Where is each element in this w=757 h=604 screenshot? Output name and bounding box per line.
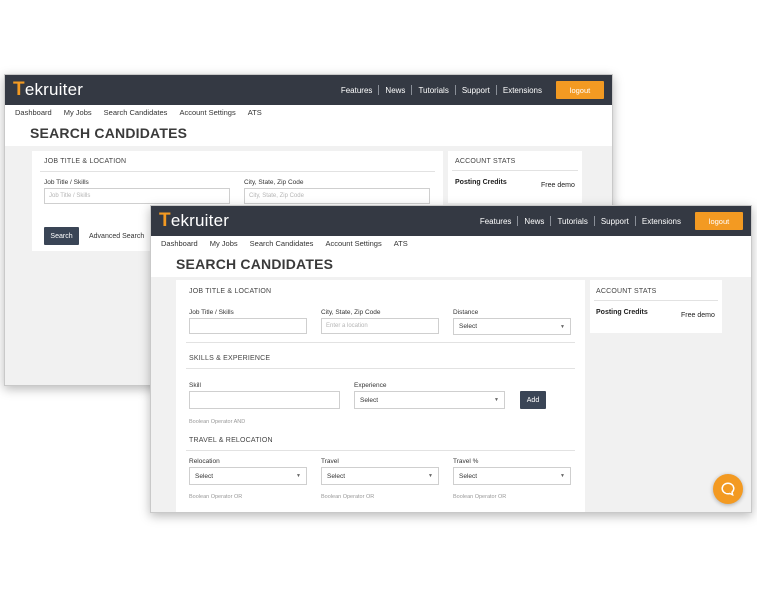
subnav-account-settings[interactable]: Account Settings [179, 108, 235, 117]
main-nav: Features News Tutorials Support Extensio… [335, 81, 604, 99]
subnav-dashboard[interactable]: Dashboard [15, 108, 52, 117]
subnav-search-candidates[interactable]: Search Candidates [104, 108, 168, 117]
posting-credits-label: Posting Credits [596, 309, 648, 316]
posting-credits-label: Posting Credits [455, 179, 507, 186]
nav-news[interactable]: News [379, 86, 411, 95]
section-title: JOB TITLE & LOCATION [44, 158, 127, 165]
travel-percent-label: Travel % [453, 458, 479, 465]
nav-extensions[interactable]: Extensions [636, 217, 687, 226]
subnav-ats[interactable]: ATS [248, 108, 262, 117]
subnav-account-settings[interactable]: Account Settings [325, 239, 381, 248]
section-job-location-title: JOB TITLE & LOCATION [189, 288, 272, 295]
nav-features[interactable]: Features [474, 217, 518, 226]
posting-credits-value: Free demo [541, 182, 575, 189]
account-stats-card: ACCOUNT STATS Posting Credits Free demo [590, 280, 722, 333]
subnav-my-jobs[interactable]: My Jobs [64, 108, 92, 117]
logout-button[interactable]: logout [556, 81, 604, 99]
city-label: City, State, Zip Code [244, 179, 304, 186]
page-title-row: SEARCH CANDIDATES [151, 251, 751, 277]
advanced-search-link[interactable]: Advanced Search [89, 233, 144, 240]
stats-title: ACCOUNT STATS [596, 288, 657, 295]
section-travel-title: TRAVEL & RELOCATION [189, 437, 273, 444]
sub-nav: Dashboard My Jobs Search Candidates Acco… [5, 105, 612, 120]
travel-select[interactable]: Select ▼ [321, 467, 439, 485]
front-window: Tekruiter Features News Tutorials Suppor… [150, 205, 752, 513]
search-button[interactable]: Search [44, 227, 79, 245]
subnav-search-candidates[interactable]: Search Candidates [250, 239, 314, 248]
caret-down-icon: ▼ [560, 324, 565, 330]
nav-tutorials[interactable]: Tutorials [412, 86, 454, 95]
account-stats-card: ACCOUNT STATS Posting Credits Free demo [448, 151, 582, 203]
experience-label: Experience [354, 382, 387, 389]
caret-down-icon: ▼ [428, 473, 433, 479]
travel-percent-select[interactable]: Select ▼ [453, 467, 571, 485]
tekruiter-logo[interactable]: Tekruiter [159, 210, 229, 232]
nav-support[interactable]: Support [456, 86, 496, 95]
distance-select[interactable]: Select ▼ [453, 318, 571, 335]
nav-features[interactable]: Features [335, 86, 379, 95]
stats-title: ACCOUNT STATS [455, 158, 516, 165]
caret-down-icon: ▼ [560, 473, 565, 479]
page-title: SEARCH CANDIDATES [30, 125, 188, 141]
logout-button[interactable]: logout [695, 212, 743, 230]
skill-input[interactable] [189, 391, 340, 409]
job-title-label: Job Title / Skills [44, 179, 89, 186]
experience-select[interactable]: Select ▼ [354, 391, 505, 409]
travel-label: Travel [321, 458, 339, 465]
relocation-label: Relocation [189, 458, 220, 465]
caret-down-icon: ▼ [296, 473, 301, 479]
job-title-label: Job Title / Skills [189, 309, 234, 316]
chat-bubble-icon[interactable] [713, 474, 743, 504]
nav-news[interactable]: News [518, 217, 550, 226]
page-title: SEARCH CANDIDATES [176, 256, 334, 272]
skill-boolean-hint: Boolean Operator AND [189, 419, 246, 425]
travel-boolean-hint: Boolean Operator OR [321, 494, 375, 500]
posting-credits-value: Free demo [681, 312, 715, 319]
nav-extensions[interactable]: Extensions [497, 86, 548, 95]
job-title-input[interactable] [189, 318, 307, 334]
search-form-card: JOB TITLE & LOCATION Job Title / Skills … [176, 280, 585, 512]
distance-label: Distance [453, 309, 479, 316]
add-skill-button[interactable]: Add [520, 391, 546, 409]
page-title-row: SEARCH CANDIDATES [5, 120, 612, 146]
top-nav-bar: Tekruiter Features News Tutorials Suppor… [151, 206, 751, 236]
skill-label: Skill [189, 382, 201, 389]
subnav-dashboard[interactable]: Dashboard [161, 239, 198, 248]
nav-tutorials[interactable]: Tutorials [551, 217, 593, 226]
section-skills-title: SKILLS & EXPERIENCE [189, 355, 271, 362]
subnav-ats[interactable]: ATS [394, 239, 408, 248]
travel-percent-boolean-hint: Boolean Operator OR [453, 494, 507, 500]
city-input[interactable]: City, State, Zip Code [244, 188, 430, 204]
job-title-input[interactable]: Job Title / Skills [44, 188, 230, 204]
relocation-boolean-hint: Boolean Operator OR [189, 494, 243, 500]
sub-nav: Dashboard My Jobs Search Candidates Acco… [151, 236, 751, 251]
relocation-select[interactable]: Select ▼ [189, 467, 307, 485]
main-nav: Features News Tutorials Support Extensio… [474, 212, 743, 230]
subnav-my-jobs[interactable]: My Jobs [210, 239, 238, 248]
city-label: City, State, Zip Code [321, 309, 381, 316]
top-nav-bar: Tekruiter Features News Tutorials Suppor… [5, 75, 612, 105]
caret-down-icon: ▼ [494, 397, 499, 403]
nav-support[interactable]: Support [595, 217, 635, 226]
tekruiter-logo[interactable]: Tekruiter [13, 79, 83, 101]
city-input[interactable]: Enter a location [321, 318, 439, 334]
